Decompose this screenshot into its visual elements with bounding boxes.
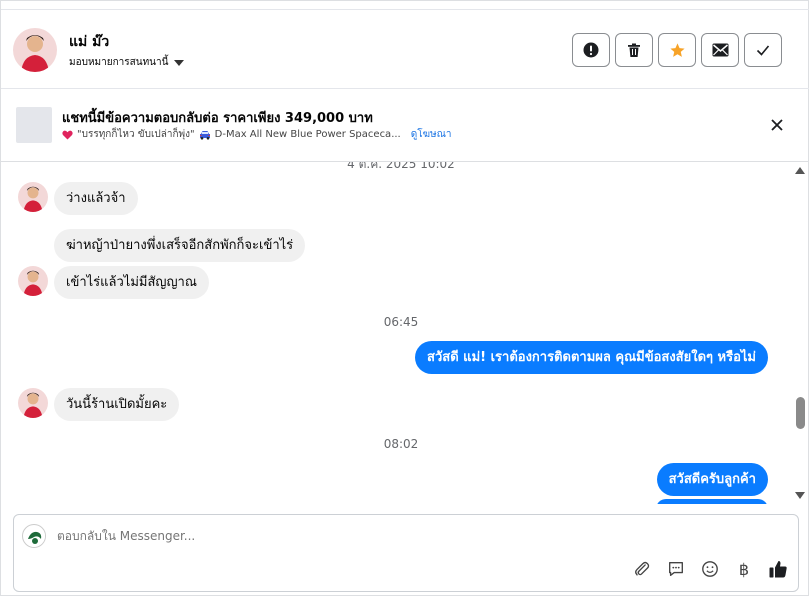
chat-bubble-icon <box>669 562 683 576</box>
outgoing-message[interactable]: สวัสดีครับลูกค้า <box>656 463 768 496</box>
caret-down-icon <box>174 59 185 66</box>
mark-done-button[interactable] <box>744 33 782 67</box>
avatar[interactable] <box>18 388 48 418</box>
ad-subtitle: "บรรทุกก็ไหว ขับเปล่าก็พุ่ง" D-Max All N… <box>62 127 452 142</box>
mark-unread-button[interactable] <box>701 33 739 67</box>
page-logo <box>22 524 46 548</box>
delete-button[interactable] <box>615 33 653 67</box>
assign-conversation-dropdown[interactable]: มอบหมายการสนทนานี้ <box>69 55 185 70</box>
avatar[interactable] <box>18 182 48 212</box>
attach-button[interactable] <box>632 559 652 579</box>
reply-composer: ฿ <box>13 514 799 592</box>
scrollbar-thumb[interactable] <box>796 397 805 429</box>
outgoing-message[interactable]: สวัสดี แม่! เราต้องการติดตามผล คุณมีข้อส… <box>415 341 768 374</box>
conversation-header: แม่ ม๊ว มอบหมายการสนทนานี้ <box>1 9 809 89</box>
outgoing-message-partial[interactable] <box>656 499 768 504</box>
baht-icon: ฿ <box>738 559 750 579</box>
incoming-message[interactable]: เข้าไร่แล้วไม่มีสัญญาณ <box>54 266 209 299</box>
incoming-message[interactable]: ฆ่าหญ้าป่ายางพึ่งเสร็จอีกสักพักก็จะเข้าไ… <box>54 229 306 262</box>
ad-thumbnail <box>16 107 52 143</box>
ad-tagline: "บรรทุกก็ไหว ขับเปล่าก็พุ่ง" <box>77 129 195 140</box>
contact-avatar[interactable] <box>13 28 57 72</box>
ad-banner: แชทนี้มีข้อความตอบกลับต่อ ราคาเพียง 349,… <box>1 90 809 162</box>
check-icon <box>756 45 770 56</box>
view-ad-link[interactable]: ดูโฆษณา <box>411 127 452 142</box>
timestamp: 08:02 <box>383 437 419 451</box>
smiley-icon <box>702 561 718 577</box>
close-ad-button[interactable] <box>768 116 786 134</box>
ad-product-name: D-Max All New Blue Power Spaceca... <box>214 129 401 140</box>
scroll-down-arrow[interactable] <box>795 492 805 499</box>
timestamp: 4 ต.ค. 2025 10:02 <box>347 162 455 171</box>
thumbs-up-icon <box>769 561 787 578</box>
avatar[interactable] <box>18 266 48 296</box>
timestamp: 06:45 <box>383 315 419 329</box>
star-button[interactable] <box>658 33 696 67</box>
send-like-button[interactable] <box>768 559 788 579</box>
payment-button[interactable]: ฿ <box>734 559 754 579</box>
incoming-message[interactable]: วันนี้ร้านเปิดมั้ยคะ <box>54 388 180 421</box>
saved-replies-button[interactable] <box>666 559 686 579</box>
message-thread: 4 ต.ค. 2025 10:02 ว่างแล้วจ้า ฆ่าหญ้าป่า… <box>1 162 796 504</box>
ad-title: แชทนี้มีข้อความตอบกลับต่อ ราคาเพียง 349,… <box>62 111 373 126</box>
emoji-button[interactable] <box>700 559 720 579</box>
contact-name[interactable]: แม่ ม๊ว <box>69 31 109 53</box>
star-icon <box>669 42 685 57</box>
close-icon <box>771 119 783 131</box>
reply-input[interactable] <box>57 529 757 543</box>
car-icon <box>199 130 210 140</box>
composer-toolbar: ฿ <box>632 559 788 579</box>
paperclip-icon <box>635 561 650 576</box>
exclamation-icon <box>583 42 599 58</box>
header-actions <box>572 33 782 67</box>
scroll-up-arrow[interactable] <box>795 167 805 174</box>
incoming-message[interactable]: ว่างแล้วจ้า <box>54 182 138 215</box>
trash-icon <box>628 43 640 57</box>
envelope-icon <box>712 43 728 57</box>
messenger-conversation-panel: แม่ ม๊ว มอบหมายการสนทนานี้ แชทนี้มีข้อคว… <box>0 0 809 596</box>
assign-label: มอบหมายการสนทนานี้ <box>69 57 169 68</box>
heart-icon <box>62 130 73 140</box>
mark-spam-button[interactable] <box>572 33 610 67</box>
